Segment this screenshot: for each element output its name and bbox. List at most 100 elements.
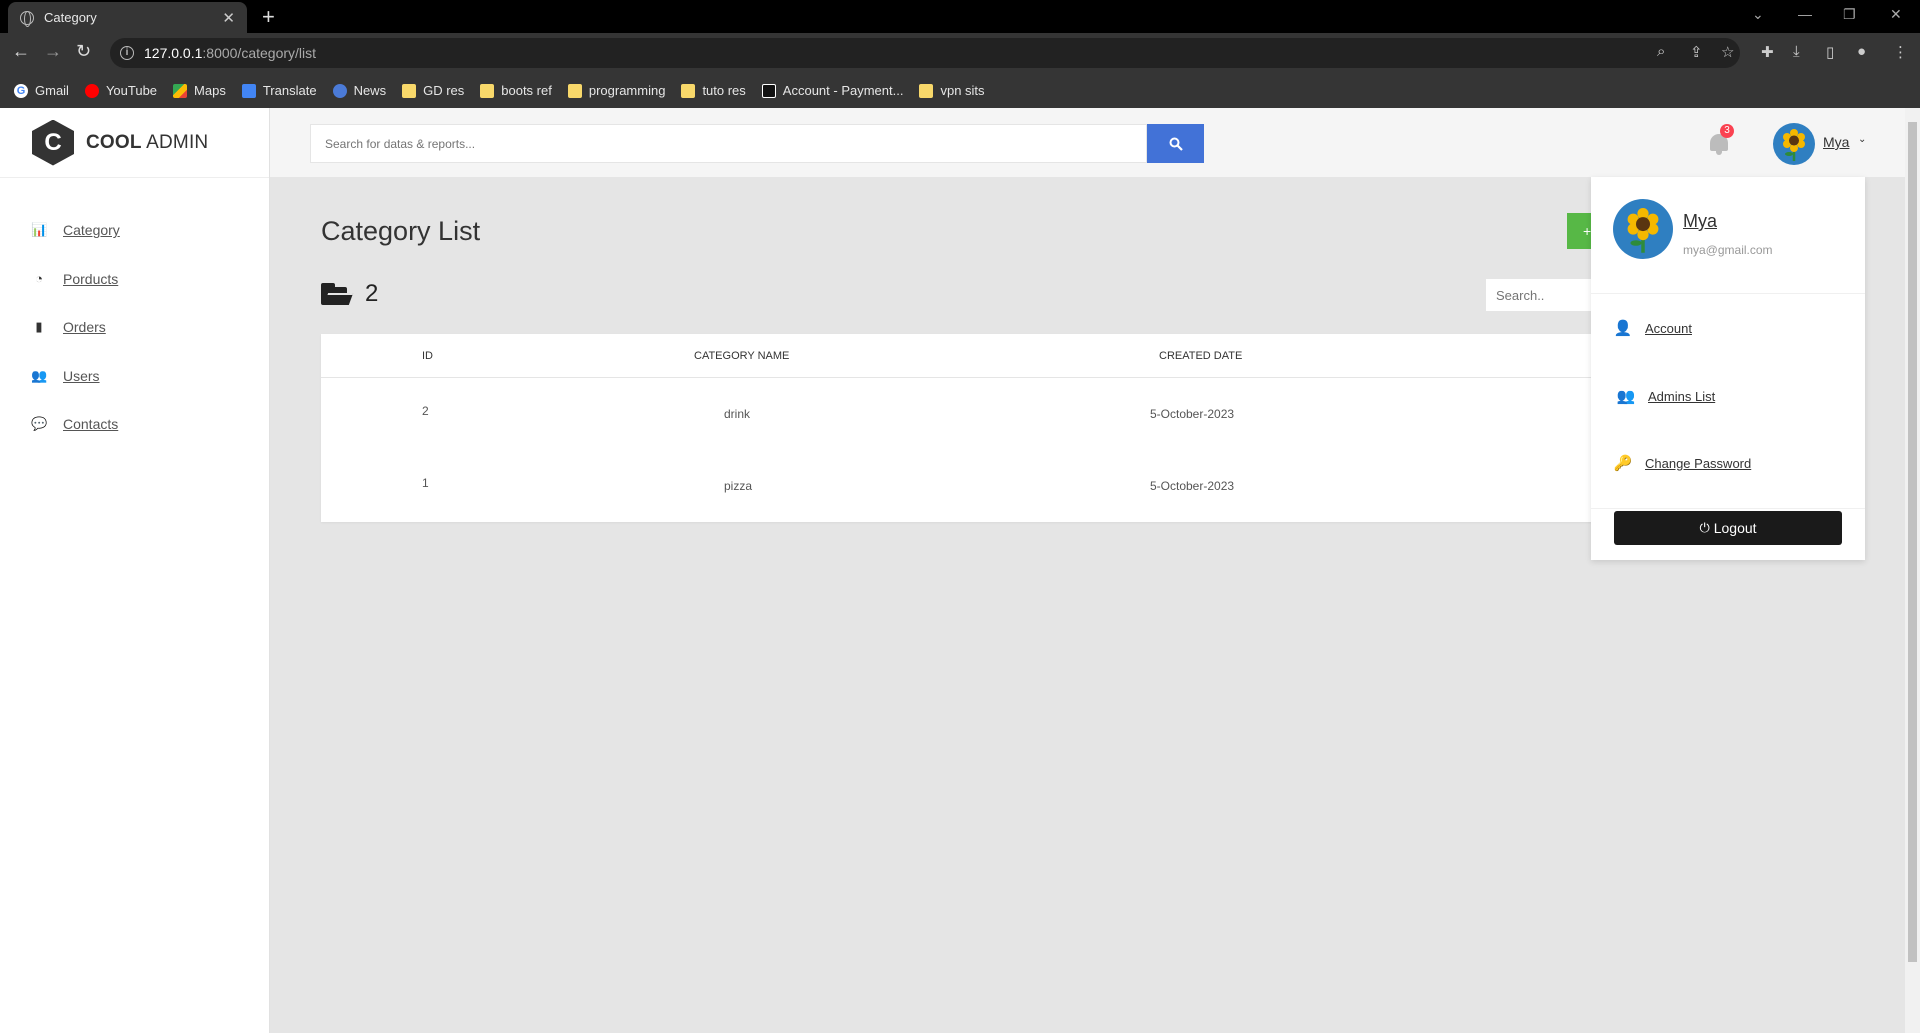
restore-icon[interactable]: ❐ — [1843, 6, 1856, 23]
sidebar-item-label: Category — [63, 222, 120, 239]
sidebar-item-label: Porducts — [63, 270, 119, 287]
google-icon: G — [14, 83, 28, 98]
sidebar-item-label: Orders — [63, 319, 106, 336]
sidebar-item-users[interactable]: 👥 Users — [0, 352, 269, 401]
extensions-icon[interactable]: ✚ — [1761, 43, 1774, 61]
column-header-date: CREATED DATE — [1159, 350, 1243, 362]
sidebar-item-label: Contacts — [63, 416, 119, 433]
bookmark-translate[interactable]: Translate — [241, 83, 317, 98]
url-path: :8000/category/list — [202, 45, 317, 61]
dropdown-item-admins-list[interactable]: 👥 Admins List — [1616, 387, 1716, 405]
cell-date: 5-October-2023 — [1150, 479, 1235, 493]
minimize-icon[interactable]: — — [1798, 6, 1812, 22]
back-icon[interactable]: ← — [12, 41, 30, 62]
address-bar[interactable]: i 127.0.0.1:8000/category/list — [110, 38, 1740, 68]
global-search-input[interactable] — [310, 124, 1147, 163]
avatar[interactable] — [1773, 123, 1815, 165]
reload-icon[interactable]: ↻ — [76, 41, 91, 62]
browser-tab-bar: Category ✕ + ⌄ — ❐ ✕ — [0, 0, 1920, 33]
logo-hex-icon: C — [32, 119, 74, 166]
cell-name: drink — [724, 407, 751, 421]
user-menu-name[interactable]: Mya — [1823, 134, 1849, 150]
news-icon — [332, 83, 347, 98]
zoom-icon[interactable]: ⌕ — [1657, 43, 1665, 60]
bookmark-vpn-sits[interactable]: vpn sits — [919, 83, 985, 98]
table-row[interactable]: 2 drink 5-October-2023 — [321, 378, 1636, 450]
key-icon: 🔑 — [1613, 455, 1633, 472]
power-icon: ⏻ — [1699, 520, 1710, 535]
user-dropdown: Mya mya@gmail.com 👤 Account 👥 Admins Lis… — [1591, 177, 1865, 560]
count-value: 2 — [365, 280, 379, 307]
folder-icon — [681, 83, 696, 98]
bar-chart-icon: 📊 — [31, 222, 48, 238]
bookmark-programming[interactable]: programming — [567, 83, 665, 98]
globe-icon — [20, 10, 34, 27]
chevron-down-icon[interactable]: ⌄ — [1858, 134, 1866, 145]
bookmark-account-payment[interactable]: Account - Payment... — [761, 83, 903, 98]
folder-icon — [919, 83, 934, 98]
bookmarks-bar: G Gmail YouTube Maps Translate News GD re… — [0, 73, 1920, 108]
tab-title: Category — [44, 10, 97, 25]
user-icon: 👤 — [1613, 320, 1633, 337]
sidebar-item-orders[interactable]: ▮ Orders — [0, 303, 269, 352]
bookmark-maps[interactable]: Maps — [173, 83, 226, 98]
cell-name: pizza — [724, 479, 753, 493]
maps-icon — [173, 83, 188, 98]
dropdown-item-change-password[interactable]: 🔑 Change Password — [1613, 454, 1752, 472]
folder-icon — [402, 83, 417, 98]
folder-open-icon — [321, 283, 354, 305]
page-scrollbar[interactable] — [1905, 108, 1920, 1033]
cell-id: 1 — [422, 476, 429, 490]
site-info-icon[interactable]: i — [120, 46, 134, 60]
folder-icon — [480, 83, 495, 98]
dropdown-item-account[interactable]: 👤 Account — [1613, 319, 1692, 337]
search-button[interactable] — [1147, 124, 1204, 163]
users-icon: 👥 — [1616, 388, 1636, 405]
cell-date: 5-October-2023 — [1150, 407, 1235, 421]
bookmark-boots-ref[interactable]: boots ref — [480, 83, 552, 98]
url-host: 127.0.0.1 — [144, 45, 203, 61]
bookmark-youtube[interactable]: YouTube — [84, 83, 157, 98]
sidebar-item-category[interactable]: 📊 Category — [0, 206, 269, 255]
dropdown-user-email: mya@gmail.com — [1683, 243, 1773, 257]
share-icon[interactable]: ⇪ — [1690, 43, 1703, 61]
users-icon: 👥 — [31, 367, 48, 383]
sidebar-item-products[interactable]: ◔ Porducts — [0, 255, 269, 304]
sunflower-icon — [1627, 208, 1659, 253]
category-table: ID CATEGORY NAME CREATED DATE 2 drink 5-… — [321, 334, 1636, 522]
bookmark-gd-res[interactable]: GD res — [402, 83, 464, 98]
side-panel-icon[interactable]: ▯ — [1826, 43, 1834, 61]
cell-id: 2 — [422, 404, 429, 418]
bookmark-tuto-res[interactable]: tuto res — [681, 83, 746, 98]
logo[interactable]: C COOL ADMIN — [0, 108, 269, 178]
avatar[interactable] — [1613, 199, 1673, 259]
bookmark-gmail[interactable]: G Gmail — [14, 83, 69, 98]
folder-icon — [567, 83, 582, 98]
tab-search-icon[interactable]: ⌄ — [1752, 6, 1764, 23]
sidebar-item-label: Users — [63, 367, 100, 384]
bookmark-news[interactable]: News — [332, 83, 386, 98]
scrollbar-thumb[interactable] — [1908, 122, 1917, 962]
forward-icon[interactable]: → — [44, 41, 62, 62]
divider — [1591, 508, 1865, 509]
new-tab-icon[interactable]: + — [262, 4, 275, 30]
column-header-name: CATEGORY NAME — [694, 350, 790, 362]
profile-icon[interactable]: ● — [1857, 43, 1866, 60]
window-close-icon[interactable]: ✕ — [1890, 6, 1902, 23]
table-row[interactable]: 1 pizza 5-October-2023 — [321, 450, 1636, 522]
close-tab-icon[interactable]: ✕ — [222, 9, 235, 27]
dropdown-user-name[interactable]: Mya — [1683, 211, 1717, 232]
translate-icon — [241, 83, 256, 98]
top-header: 3 Mya ⌄ — [270, 108, 1905, 178]
sidebar-item-contacts[interactable]: 💬 Contacts — [0, 400, 269, 449]
sidebar: C COOL ADMIN 📊 Category ◔ Porducts ▮ Ord… — [0, 108, 270, 1033]
menu-kebab-icon[interactable]: ⋮ — [1893, 43, 1908, 61]
account-site-icon — [761, 83, 776, 98]
download-icon[interactable]: ⤓ — [1793, 43, 1800, 60]
bookmark-star-icon[interactable]: ☆ — [1721, 43, 1734, 61]
column-header-id: ID — [422, 350, 433, 362]
browser-tab[interactable]: Category ✕ — [8, 2, 247, 33]
youtube-icon — [84, 83, 99, 98]
clipboard-icon: ▮ — [35, 319, 43, 335]
logout-button[interactable]: ⏻ Logout — [1614, 511, 1842, 545]
